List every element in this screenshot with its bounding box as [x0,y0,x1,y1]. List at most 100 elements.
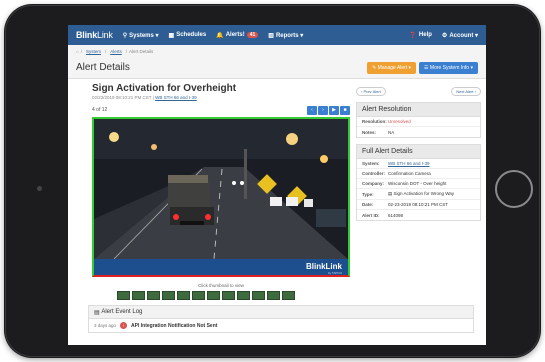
image-footer-bar: BlinkLink by TAPCO [94,259,348,275]
thumbnail[interactable] [147,291,160,300]
nav-account-label: Account ▾ [449,32,478,39]
detail-label: Alert ID: [362,212,380,218]
more-system-info-button[interactable]: ☰ More System Info ▾ [419,61,478,74]
thumbnail[interactable] [177,291,190,300]
thumbnail[interactable] [282,291,295,300]
breadcrumb-system[interactable]: System [86,49,101,54]
thumbnail[interactable] [192,291,205,300]
event-log-header: ▤ Alert Event Log [89,306,473,319]
thumbnail[interactable] [117,291,130,300]
image-counter: 4 of 12 [92,107,108,113]
breadcrumb-current: Alert Details [129,48,154,54]
thumbnail[interactable] [237,291,250,300]
thumbnail[interactable] [252,291,265,300]
nav-schedules-label: Schedules [176,32,207,38]
next-alert-button[interactable]: Next Alert › [451,87,481,96]
image-footer-logo: BlinkLink [305,262,342,271]
chevron-left-icon: ‹ [311,107,313,113]
alert-info-sidebar: ‹ Prev Alert Next Alert › Alert Resoluti… [356,87,481,221]
breadcrumb: ⌂ / System / Alerts / Alert Details [68,45,486,57]
detail-type-text: Sign Activation for Wrong Way [393,191,455,196]
alert-timestamp: 02/23/2019 08:10:21 PM CST [92,95,152,100]
bell-icon: 🔔 [216,32,224,39]
nav-account[interactable]: ⚙ Account ▾ [442,32,478,39]
nav-systems[interactable]: ⚲ Systems ▾ [123,32,159,39]
resolution-value: Unresolved [388,119,411,124]
detail-value: Confirmation Camera [388,171,431,176]
alert-image-section: Sign Activation for Overheight 02/23/201… [92,83,350,300]
detail-value: Wisconsin DOT - Over height [388,181,447,186]
thumbnail[interactable] [222,291,235,300]
nav-reports[interactable]: ▥ Reports ▾ [268,32,303,39]
thumbnail[interactable] [207,291,220,300]
stop-button[interactable]: ■ [340,105,350,115]
alert-resolution-title: Alert Resolution [357,103,480,117]
stop-icon: ■ [343,107,347,113]
detail-value: ▤ Sign Activation for Wrong Way [388,191,454,197]
brand-text-2: Link [97,30,113,40]
detail-label: System: [362,161,380,166]
image-controls: ‹ › ▶ ■ [306,105,350,115]
event-log-text: API Integration Notification Not Sent [131,322,218,329]
home-icon[interactable]: ⌂ [76,49,79,54]
tablet-device: BlinkLink ⚲ Systems ▾ ▦ Schedules 🔔 Alerts!… [4,4,541,358]
gear-icon: ⚙ [441,32,448,39]
resolution-label: Resolution: [362,119,387,124]
main-content: Sign Activation for Overheight 02/23/201… [68,79,486,345]
sitemap-icon: ⚲ [122,32,128,39]
next-alert-label: Next Alert [456,89,474,94]
next-image-button[interactable]: › [318,105,328,115]
detail-row-system: System: WB STH 66 and I-39 [357,159,480,169]
detail-value: 614098 [388,212,404,218]
chevron-right-icon: › [473,89,476,94]
manage-alert-button[interactable]: ✎ Manage Alert ▾ [367,61,417,74]
detail-row-company: Company: Wisconsin DOT - Over height [357,179,480,189]
thumbnail[interactable] [162,291,175,300]
resolution-row: Resolution: Unresolved [357,117,480,127]
thumbnail-strip [117,291,297,300]
detail-row-type: Type: ▤ Sign Activation for Wrong Way [357,189,480,200]
prev-alert-button[interactable]: ‹ Prev Alert [356,87,386,96]
play-button[interactable]: ▶ [329,105,339,115]
detail-row-controller: Controller: Confirmation Camera [357,169,480,179]
chart-icon: ▥ [268,32,274,39]
detail-label: Company: [362,181,385,186]
detail-system-link[interactable]: WB STH 66 and I-39 [388,161,430,166]
night-road-scene [94,119,348,260]
thumbnail[interactable] [267,291,280,300]
brand-logo[interactable]: BlinkLink [76,30,113,40]
manage-alert-label: Manage Alert ▾ [377,64,412,71]
nav-help[interactable]: ❓ Help [409,32,432,39]
full-alert-details-title: Full Alert Details [357,145,480,159]
image-counter-row: 4 of 12 ‹ › ▶ ■ [92,105,350,115]
notes-label: Notes: [362,129,377,135]
nav-alerts[interactable]: 🔔 Alerts! 41 [216,32,259,39]
document-icon: ▤ [94,309,102,316]
more-system-info-label: More System Info ▾ [429,64,473,71]
alert-title: Sign Activation for Overheight [92,83,237,94]
page-title: Alert Details [76,62,130,73]
nav-alerts-label: Alerts! [225,32,245,38]
event-log-title: Alert Event Log [101,309,143,315]
previous-image-button[interactable]: ‹ [307,105,317,115]
notes-row: Notes: NA [357,127,480,137]
warning-icon: ! [120,322,128,329]
chevron-right-icon: › [322,107,324,113]
detail-label: Type: [362,191,374,197]
event-log-entry: 3 days ago ! API Integration Notificatio… [89,319,473,332]
alert-event-log: ▤ Alert Event Log 3 days ago ! API Integ… [88,305,474,333]
nav-reports-label: Reports ▾ [275,32,304,39]
image-footer-subtext: by TAPCO [327,271,342,275]
nav-schedules[interactable]: ▦ Schedules [169,32,207,39]
page-header: Alert Details ✎ Manage Alert ▾ ☰ More Sy… [68,57,486,79]
alert-pager: ‹ Prev Alert Next Alert › [356,87,481,96]
full-alert-details-panel: Full Alert Details System: WB STH 66 and… [356,144,481,221]
thumbnail[interactable] [132,291,145,300]
home-button[interactable] [495,170,533,208]
prev-alert-label: Prev Alert [363,89,381,94]
breadcrumb-separator: / [105,48,107,54]
detail-label: Controller: [362,171,385,176]
alert-system-link[interactable]: WB STH 66 and I-39 [155,95,197,100]
front-camera [37,186,42,191]
breadcrumb-alerts[interactable]: Alerts [110,49,122,54]
